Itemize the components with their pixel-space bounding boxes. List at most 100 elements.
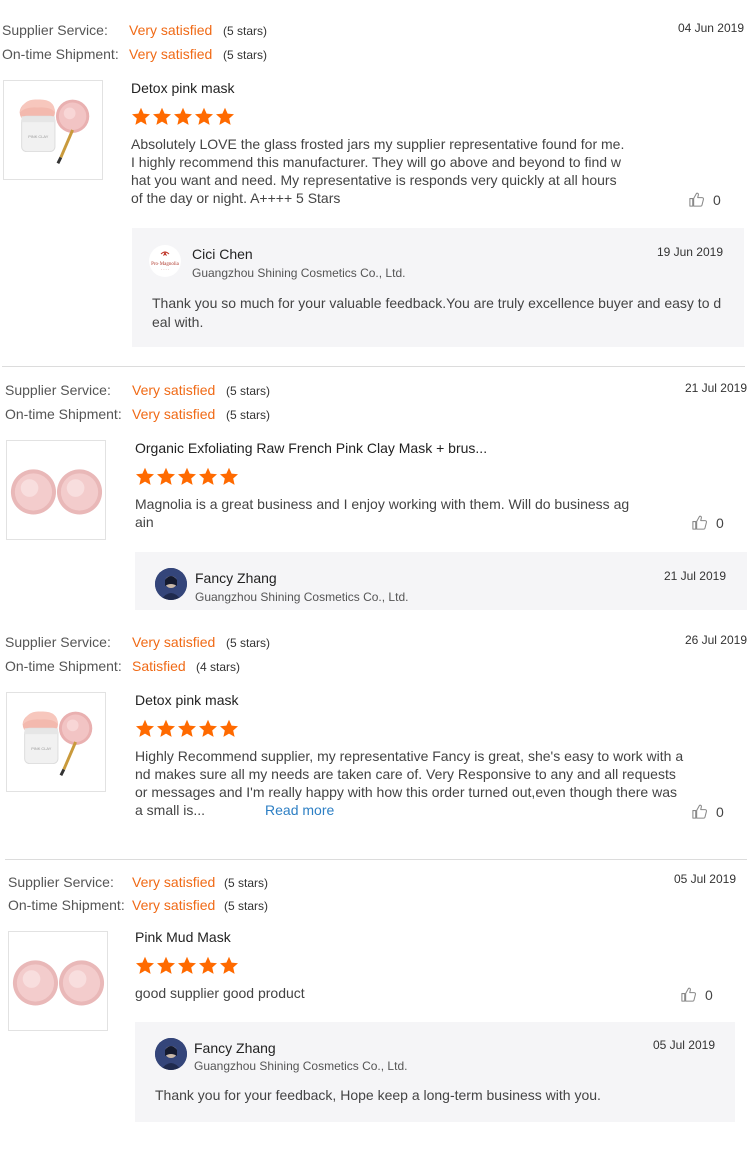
star-icon (156, 467, 176, 486)
review-card: Supplier Service: Very satisfied (5 star… (0, 367, 750, 619)
product-title[interactable]: Detox pink mask (131, 80, 234, 96)
star-icon (135, 956, 155, 975)
star-icon (156, 719, 176, 738)
on-time-shipment-stars: (5 stars) (224, 899, 269, 913)
product-image (7, 693, 105, 791)
star-icon (135, 467, 155, 486)
on-time-shipment-value: Very satisfied (129, 46, 213, 62)
star-icon (135, 719, 155, 738)
on-time-shipment-label: On-time Shipment: (2, 46, 119, 62)
on-time-shipment-label: On-time Shipment: (5, 658, 122, 674)
supplier-service-value: Very satisfied (132, 634, 216, 650)
product-title[interactable]: Detox pink mask (135, 692, 238, 708)
reply-date: 21 Jul 2019 (663, 569, 726, 583)
review-date: 26 Jul 2019 (684, 633, 747, 647)
like-count: 0 (716, 803, 724, 820)
reply-author-name: Fancy Zhang (194, 1040, 276, 1056)
product-thumbnail[interactable] (3, 80, 103, 180)
supplier-reply: Fancy Zhang Guangzhou Shining Cosmetics … (135, 552, 747, 610)
review-card: Supplier Service: Very satisfied (5 star… (0, 860, 750, 1151)
supplier-service-stars: (5 stars) (226, 636, 271, 650)
star-icon (219, 956, 239, 975)
thumbs-up-icon (691, 514, 708, 531)
supplier-rep-avatar (155, 568, 187, 600)
review-comment-text: Highly Recommend supplier, my representa… (135, 748, 684, 818)
supplier-reply: Pro·Magnolia · · · · Cici Chen Guangzhou… (132, 228, 744, 347)
supplier-service-label: Supplier Service: (2, 22, 108, 38)
review-date: 21 Jul 2019 (684, 381, 747, 395)
like-button[interactable]: 0 (691, 803, 724, 820)
reply-author-name: Fancy Zhang (195, 570, 277, 586)
reply-text: Thank you so much for your valuable feed… (152, 295, 722, 330)
star-icon (177, 956, 197, 975)
like-button[interactable]: 0 (688, 191, 721, 208)
reply-company: Guangzhou Shining Cosmetics Co., Ltd. (192, 266, 406, 280)
on-time-shipment-stars: (5 stars) (226, 408, 271, 422)
star-icon (219, 467, 239, 486)
on-time-shipment-stars: (4 stars) (196, 660, 241, 674)
product-image (9, 932, 107, 1030)
svg-text:Pro·Magnolia: Pro·Magnolia (151, 262, 180, 267)
reply-company: Guangzhou Shining Cosmetics Co., Ltd. (194, 1059, 408, 1073)
on-time-shipment-label: On-time Shipment: (5, 406, 122, 422)
review-card: Supplier Service: Very satisfied (5 star… (0, 619, 750, 859)
like-count: 0 (716, 514, 724, 531)
star-icon (131, 107, 151, 126)
supplier-rep-avatar (155, 1038, 187, 1070)
review-comment: Highly Recommend supplier, my representa… (135, 747, 687, 819)
star-rating (135, 467, 239, 486)
reply-company: Guangzhou Shining Cosmetics Co., Ltd. (195, 590, 409, 604)
star-icon (152, 107, 172, 126)
review-comment: good supplier good product (135, 985, 305, 1001)
product-thumbnail[interactable] (8, 931, 108, 1031)
on-time-shipment-label: On-time Shipment: (8, 897, 125, 913)
star-icon (219, 719, 239, 738)
supplier-service-value: Very satisfied (132, 874, 216, 890)
supplier-service-label: Supplier Service: (5, 634, 111, 650)
star-icon (173, 107, 193, 126)
star-icon (215, 107, 235, 126)
product-title[interactable]: Organic Exfoliating Raw French Pink Clay… (135, 440, 487, 456)
supplier-logo-avatar: Pro·Magnolia · · · · (149, 245, 181, 277)
read-more-link[interactable]: Read more (265, 802, 334, 818)
svg-text:· · · ·: · · · · (161, 268, 169, 272)
review-comment: Magnolia is a great business and I enjoy… (135, 496, 630, 530)
star-rating (131, 107, 235, 126)
product-image (7, 441, 105, 539)
supplier-service-value: Very satisfied (132, 382, 216, 398)
supplier-service-stars: (5 stars) (224, 876, 269, 890)
review-date: 05 Jul 2019 (673, 872, 736, 886)
star-icon (156, 956, 176, 975)
supplier-service-stars: (5 stars) (226, 384, 271, 398)
on-time-shipment-value: Satisfied (132, 658, 186, 674)
product-thumbnail[interactable] (6, 692, 106, 792)
star-icon (194, 107, 214, 126)
thumbs-up-icon (688, 191, 705, 208)
reply-date: 05 Jul 2019 (652, 1038, 715, 1052)
star-icon (177, 719, 197, 738)
supplier-service-value: Very satisfied (129, 22, 213, 38)
supplier-service-label: Supplier Service: (8, 874, 114, 890)
reply-date: 19 Jun 2019 (656, 245, 723, 259)
review-card: Supplier Service: Very satisfied (5 star… (0, 0, 750, 360)
thumbs-up-icon (680, 986, 697, 1003)
review-comment: Absolutely LOVE the glass frosted jars m… (131, 136, 625, 206)
reply-text: Thank you for your feedback, Hope keep a… (155, 1087, 601, 1103)
star-icon (198, 467, 218, 486)
on-time-shipment-stars: (5 stars) (223, 48, 268, 62)
product-title[interactable]: Pink Mud Mask (135, 929, 231, 945)
on-time-shipment-value: Very satisfied (132, 406, 216, 422)
supplier-reply: Fancy Zhang Guangzhou Shining Cosmetics … (135, 1022, 735, 1122)
thumbs-up-icon (691, 803, 708, 820)
star-icon (198, 956, 218, 975)
product-thumbnail[interactable] (6, 440, 106, 540)
like-button[interactable]: 0 (691, 514, 724, 531)
star-icon (177, 467, 197, 486)
supplier-service-label: Supplier Service: (5, 382, 111, 398)
on-time-shipment-value: Very satisfied (132, 897, 216, 913)
like-count: 0 (705, 986, 713, 1003)
star-rating (135, 956, 239, 975)
review-date: 04 Jun 2019 (677, 21, 744, 35)
product-image (4, 81, 102, 179)
like-button[interactable]: 0 (680, 986, 713, 1003)
